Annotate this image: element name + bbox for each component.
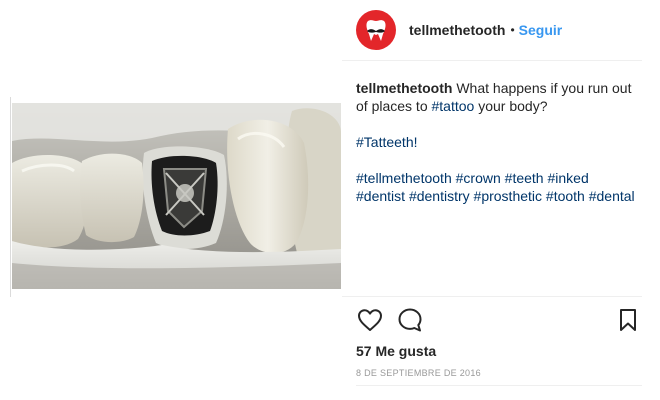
hashtag-tattoo[interactable]: #tattoo (432, 98, 475, 114)
caption-gap (356, 115, 638, 133)
caption-gap (356, 151, 638, 169)
header-username[interactable]: tellmethetooth (409, 22, 505, 38)
caption-hashtags: #tellmethetooth #crown #teeth #inked #de… (356, 169, 638, 205)
heart-outline-icon (358, 309, 382, 331)
hashtag[interactable]: #teeth (505, 170, 544, 186)
follow-button[interactable]: Seguir (519, 22, 563, 38)
speech-bubble-icon (398, 308, 422, 332)
post-date: 8 DE SEPTIEMBRE DE 2016 (356, 368, 481, 378)
media-border (10, 97, 11, 297)
hashtag[interactable]: #dental (589, 188, 635, 204)
post-sidebar: tellmethetooth • Seguir tellmethetooth W… (342, 0, 660, 400)
hashtag[interactable]: #dentistry (409, 188, 470, 204)
hashtag[interactable]: #crown (456, 170, 501, 186)
bookmark-icon (620, 309, 636, 331)
avatar[interactable] (356, 10, 396, 50)
comment-button[interactable] (396, 306, 424, 334)
hashtag[interactable]: #tooth (546, 188, 585, 204)
like-button[interactable] (356, 306, 384, 334)
caption-text-after: your body? (474, 98, 548, 114)
comment-divider (356, 385, 642, 386)
caption: tellmethetooth What happens if you run o… (356, 79, 638, 205)
post-header: tellmethetooth • Seguir (356, 10, 646, 50)
hashtag[interactable]: #prosthetic (474, 188, 542, 204)
separator-dot: • (510, 23, 515, 37)
post-image[interactable] (12, 103, 341, 289)
caption-line-2: #Tatteeth! (356, 133, 638, 151)
header-divider (342, 60, 642, 61)
post-media (0, 0, 342, 400)
hashtag[interactable]: #tellmethetooth (356, 170, 452, 186)
caption-line-1: tellmethetooth What happens if you run o… (356, 79, 638, 115)
action-bar (356, 306, 642, 334)
caption-username[interactable]: tellmethetooth (356, 80, 452, 96)
hashtag[interactable]: #dentist (356, 188, 405, 204)
hashtag-tatteeth[interactable]: #Tatteeth! (356, 134, 418, 150)
like-count[interactable]: 57 Me gusta (356, 343, 436, 359)
save-button[interactable] (614, 306, 642, 334)
actions-divider (342, 296, 642, 297)
tooth-mustache-logo-icon (366, 20, 386, 41)
hashtag[interactable]: #inked (547, 170, 588, 186)
